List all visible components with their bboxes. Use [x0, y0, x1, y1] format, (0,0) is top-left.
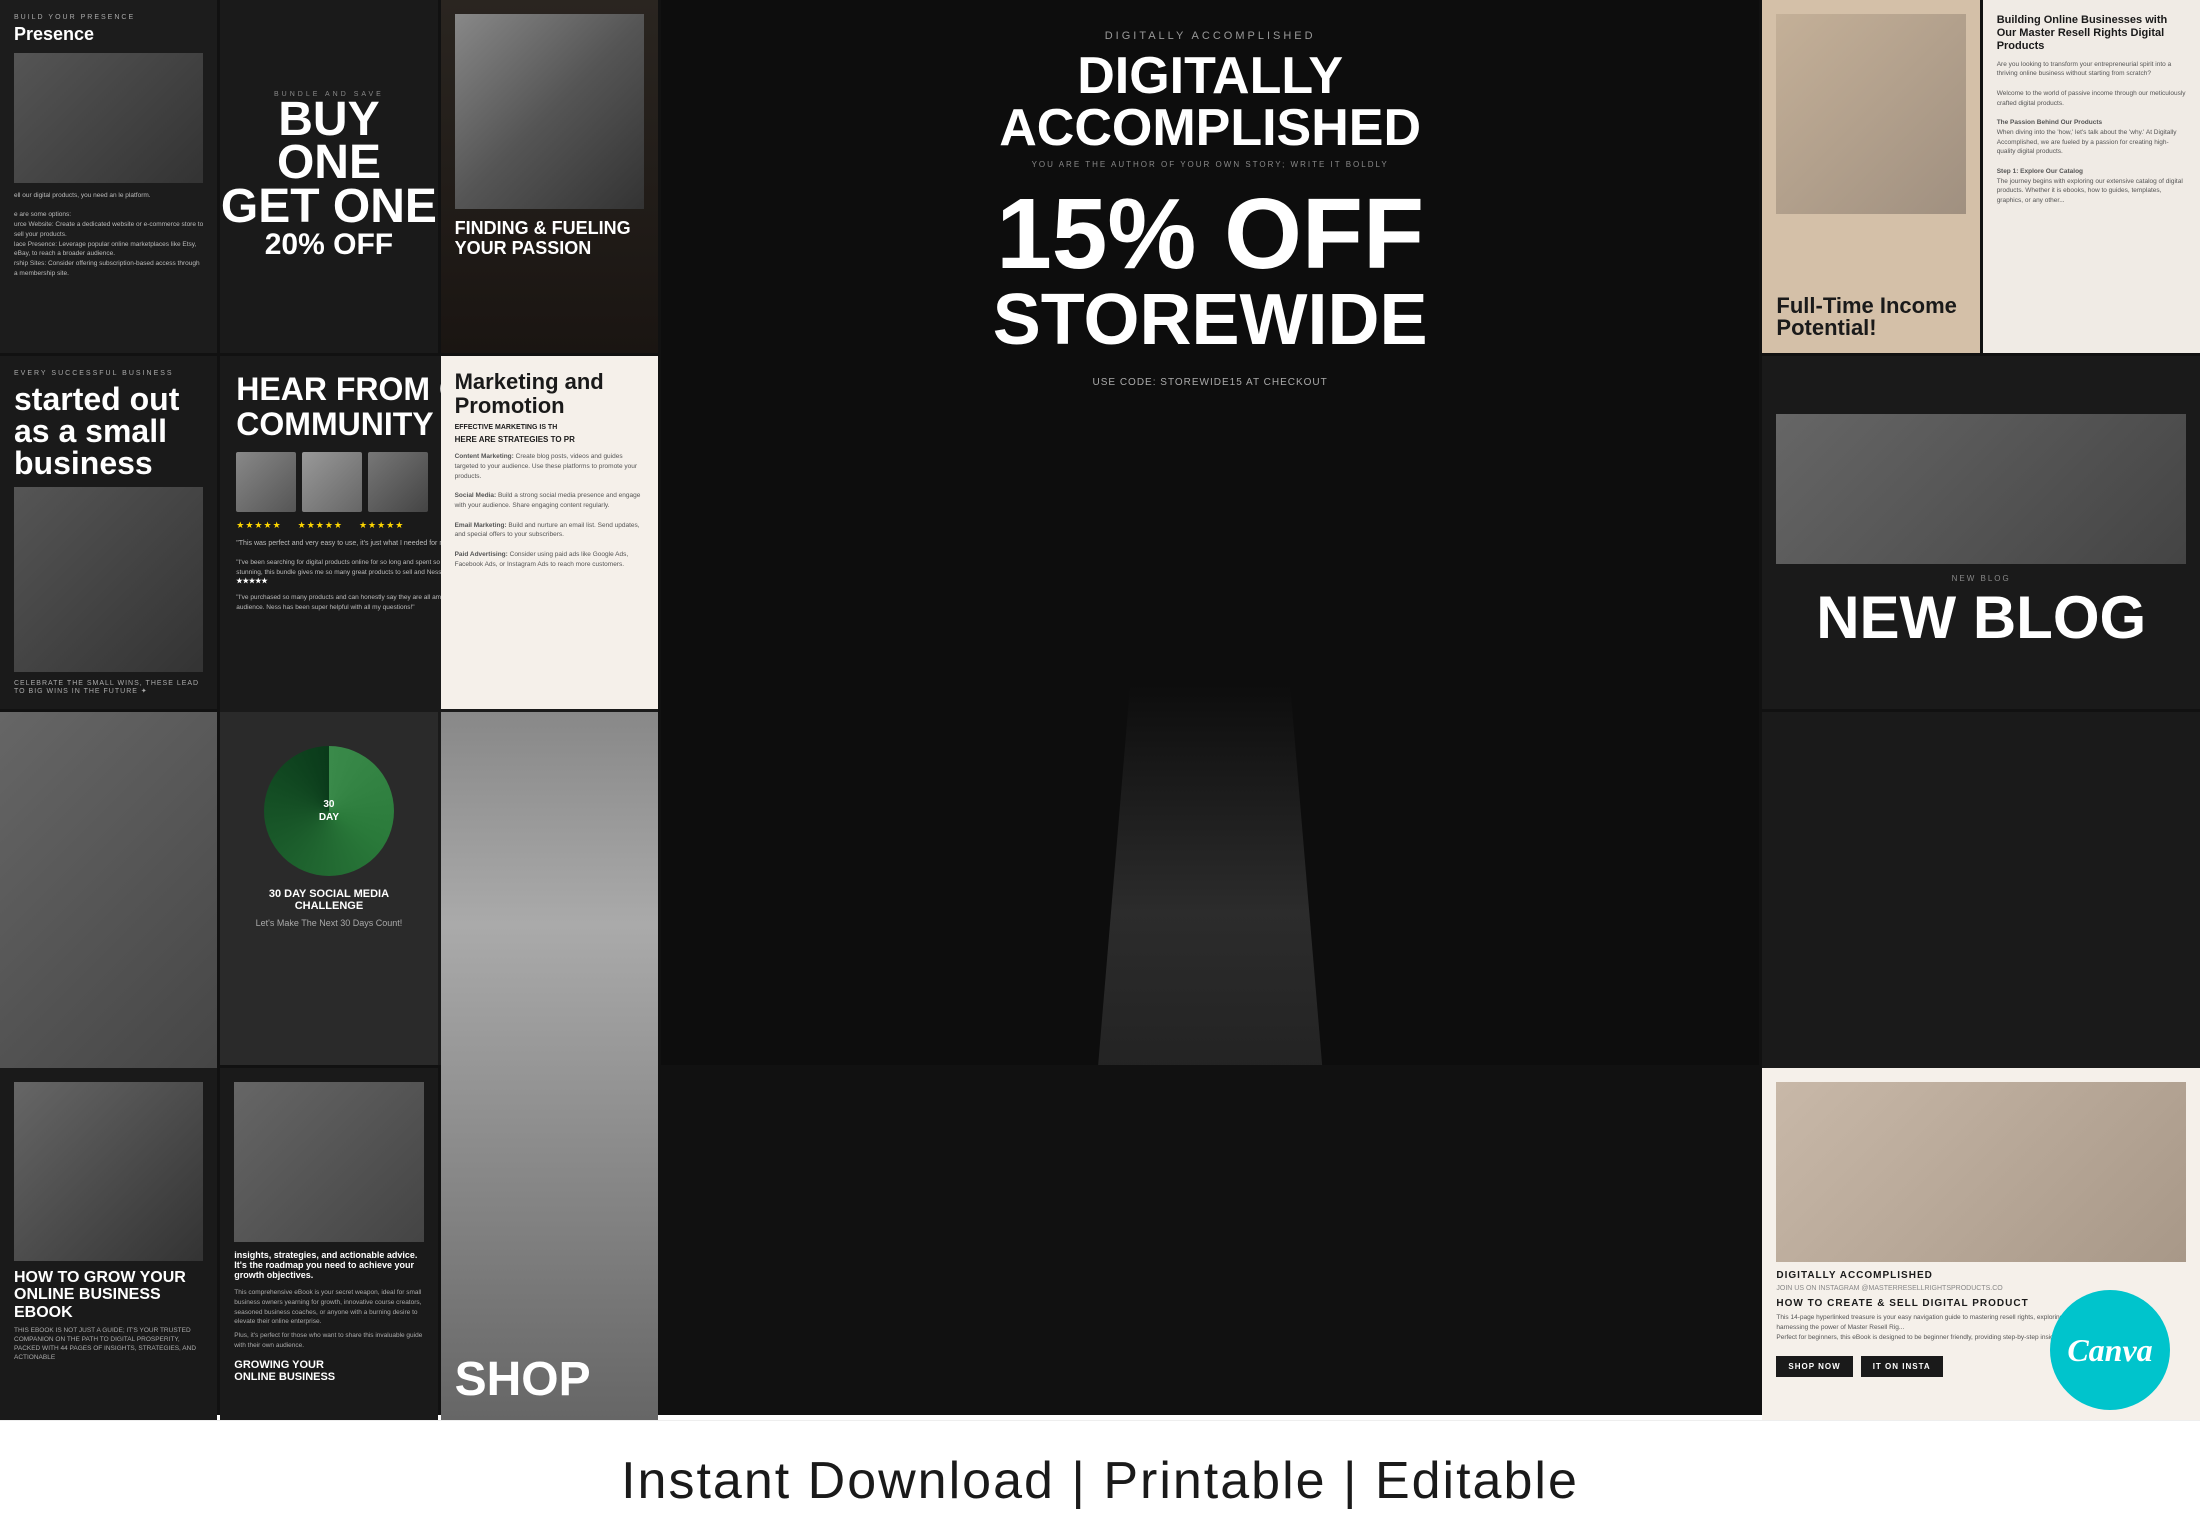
da-insta-title: DIGITALLY ACCOMPLISHED [1776, 1270, 2186, 1281]
grow2-photo [234, 1082, 423, 1242]
bottom-bar: Instant Download | Printable | Editable [0, 1420, 2200, 1540]
card-marketing: Marketing and Promotion EFFECTIVE MARKET… [441, 356, 658, 709]
canva-label: Canva [2067, 1332, 2152, 1369]
fulltime-photo [1776, 14, 1965, 214]
presence-tag: BUILD YOUR PRESENCE [14, 14, 203, 21]
sb-celebrate: CELEBRATE THE SMALL WINS, THESE LEAD TO … [14, 680, 203, 695]
thumb-3 [368, 452, 428, 512]
card-ebook: HOW TO GROW YOUR ONLINE BUSINESS EBOOK T… [0, 1068, 217, 1421]
ebook-title: HOW TO GROW YOUR ONLINE BUSINESS EBOOK [14, 1269, 203, 1322]
grow2-body: This comprehensive eBook is your secret … [234, 1288, 423, 1351]
card-building: Building Online Businesses with Our Mast… [1983, 0, 2200, 353]
mktg-title: Marketing and Promotion [455, 370, 644, 418]
finding-image [455, 14, 644, 209]
thumb-2 [302, 452, 362, 512]
day30-inner-label: 30DAY [319, 798, 339, 824]
shop-overlay: SHOP [441, 1338, 658, 1421]
card-finding: FINDING & FUELING YOUR PASSION [441, 0, 658, 353]
card-fulltime: Full-Time Income Potential! [1762, 0, 1979, 353]
da-tagline: YOU ARE THE AUTHOR OF YOUR OWN STORY; WR… [1032, 160, 1389, 169]
stars-3: ★★★★★ [359, 520, 404, 531]
card-bogo: BUNDLE AND SAVE BUY ONE GET ONE 20% OFF [220, 0, 437, 353]
da-logo: DIGITALLY ACCOMPLISHED [1105, 30, 1316, 42]
shop-big-label: SHOP [455, 1352, 644, 1407]
use-code-text: USE CODE: STOREWIDE15 AT CHECKOUT [1093, 377, 1328, 388]
ebook-sub: THIS EBOOK IS NOT JUST A GUIDE; IT'S YOU… [14, 1326, 203, 1362]
mosaic-grid: BUILD YOUR PRESENCE Presence ell our dig… [0, 0, 2200, 1415]
sb-image [14, 487, 203, 672]
growing-online-title: GROWING YOURONLINE BUSINESS [234, 1359, 423, 1383]
storewide-text: STOREWIDE [993, 279, 1428, 361]
grow-photo [0, 712, 217, 1102]
thumb-1 [236, 452, 296, 512]
nb-pretitle: NEW BLOG [1952, 574, 2011, 583]
nb-statue-photo [1776, 414, 2186, 564]
person-silhouette [1050, 685, 1370, 1065]
stars-1: ★★★★★ [236, 520, 281, 531]
card-shop-lady: SHOP [441, 712, 658, 1421]
day30-subtitle: Let's Make The Next 30 Days Count! [256, 918, 403, 928]
grow2-title: insights, strategies, and actionable adv… [234, 1250, 423, 1280]
presence-body: ell our digital products, you need an le… [14, 191, 203, 279]
day30-title: 30 DAY SOCIAL MEDIA CHALLENGE [234, 888, 423, 912]
day30-circle: 30DAY [264, 746, 394, 876]
sb-title: started out as a small business [14, 383, 203, 479]
fulltime-title: Full-Time Income Potential! [1776, 295, 1965, 339]
bottom-tagline: Instant Download | Printable | Editable [621, 1451, 1579, 1511]
presence-title: Presence [14, 25, 203, 45]
shop-lady-bg [441, 712, 658, 1421]
presence-image [14, 53, 203, 183]
nb-title: NEW BLOG [1816, 583, 2146, 652]
mktg-strategies: HERE ARE STRATEGIES TO PR [455, 435, 644, 444]
canva-badge[interactable]: Canva [2050, 1290, 2170, 1410]
card-main-center: DIGITALLY ACCOMPLISHED DIGITALLYACCOMPLI… [661, 0, 1760, 1065]
mktg-effective: EFFECTIVE MARKETING IS TH [455, 424, 644, 431]
discount-pct: 15% OFF [996, 189, 1424, 279]
bogo-main-text: BUY ONE GET ONE [220, 98, 437, 228]
finding-label: FINDING & FUELING YOUR PASSION [455, 219, 644, 259]
every-biz-tag: EVERY SUCCESSFUL BUSINESS [14, 370, 203, 377]
da-insta-photo [1776, 1082, 2186, 1262]
bogo-off-text: 20% OFF [265, 228, 393, 262]
building-body: Are you looking to transform your entrep… [1997, 60, 2186, 206]
ebook-photo [14, 1082, 203, 1261]
card-30day-challenge: 30DAY 30 DAY SOCIAL MEDIA CHALLENGE Let'… [220, 712, 437, 1065]
card-new-blog: NEW BLOG NEW BLOG [1762, 356, 2200, 709]
card-presence: BUILD YOUR PRESENCE Presence ell our dig… [0, 0, 217, 353]
da-on-insta-btn[interactable]: IT ON INSTA [1861, 1356, 1943, 1377]
card-grow2: insights, strategies, and actionable adv… [220, 1068, 437, 1421]
building-title: Building Online Businesses with Our Mast… [1997, 14, 2186, 54]
da-shop-now-btn[interactable]: SHOP NOW [1776, 1356, 1852, 1377]
da-big-title: DIGITALLYACCOMPLISHED [999, 50, 1421, 154]
mktg-content: Content Marketing: Create blog posts, vi… [455, 452, 644, 569]
stars-2: ★★★★★ [298, 520, 343, 531]
card-small-biz: EVERY SUCCESSFUL BUSINESS started out as… [0, 356, 217, 709]
